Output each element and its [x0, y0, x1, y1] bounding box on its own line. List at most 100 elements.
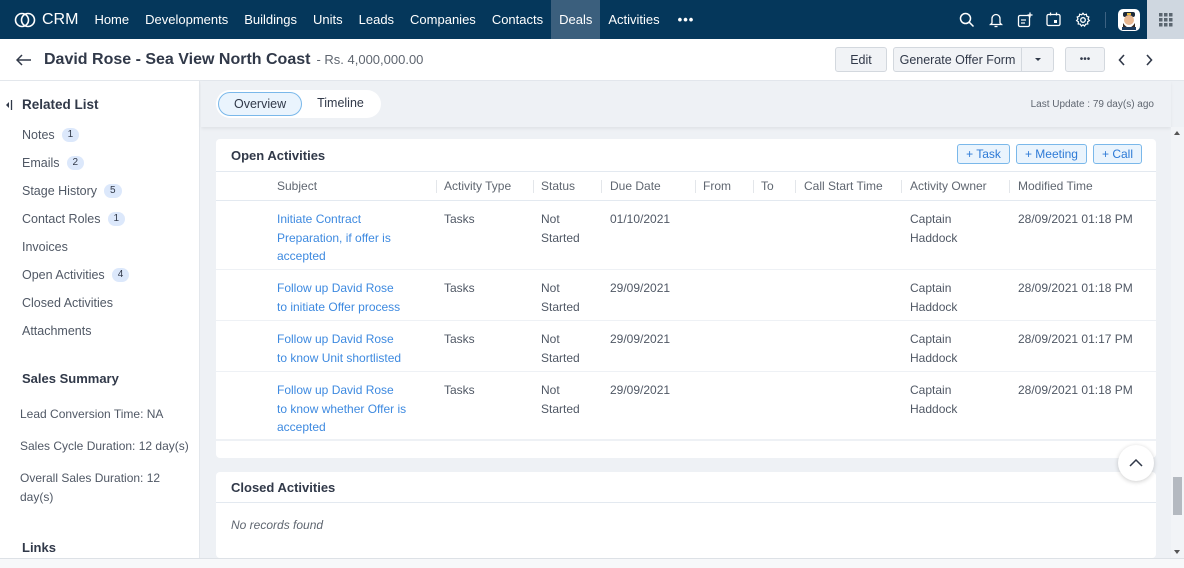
table-row[interactable]: Follow up David Rose to know whether Off…	[216, 372, 1156, 441]
activity-subject-link[interactable]: Follow up David Rose to know Unit shortl…	[277, 330, 407, 367]
table-row[interactable]: Initiate Contract Preparation, if offer …	[216, 201, 1156, 270]
chevron-up-icon	[1129, 459, 1143, 467]
activity-type: Tasks	[444, 383, 475, 397]
scrollbar-thumb[interactable]	[1173, 477, 1182, 515]
nav-more-button[interactable]: •••	[668, 12, 705, 27]
activity-owner: Captain Haddock	[910, 212, 958, 245]
nav-contacts[interactable]: Contacts	[484, 0, 551, 39]
nav-home[interactable]: Home	[86, 0, 137, 39]
back-arrow-icon[interactable]	[16, 53, 32, 66]
related-item-attachments[interactable]: Attachments	[22, 324, 91, 338]
calendar-icon[interactable]	[1039, 0, 1068, 39]
column-modified-time[interactable]: Modified Time	[1018, 179, 1093, 193]
record-header: David Rose - Sea View North Coast - Rs. …	[0, 39, 1184, 81]
bell-icon[interactable]	[981, 0, 1010, 39]
related-item-label: Contact Roles	[22, 212, 101, 226]
record-title: David Rose - Sea View North Coast	[44, 50, 311, 68]
tab-timeline[interactable]: Timeline	[302, 92, 379, 116]
related-item-invoices[interactable]: Invoices	[22, 240, 68, 254]
user-avatar[interactable]	[1118, 8, 1140, 31]
column-divider[interactable]	[533, 180, 534, 193]
next-record-icon[interactable]	[1135, 47, 1162, 72]
generate-offer-split-button: Generate Offer Form	[893, 47, 1054, 72]
column-activity-type[interactable]: Activity Type	[444, 179, 511, 193]
links-title: Links	[22, 540, 56, 555]
column-divider[interactable]	[436, 180, 437, 193]
activity-subject-link[interactable]: Follow up David Rose to know whether Off…	[277, 381, 407, 437]
column-divider[interactable]	[601, 180, 602, 193]
more-actions-button[interactable]: •••	[1065, 47, 1105, 72]
settings-gear-icon[interactable]	[1068, 0, 1097, 39]
related-item-label: Stage History	[22, 184, 98, 198]
nav-companies[interactable]: Companies	[402, 0, 484, 39]
activity-subject-link[interactable]: Follow up David Rose to initiate Offer p…	[277, 279, 407, 316]
column-subject[interactable]: Subject	[277, 179, 317, 193]
column-divider[interactable]	[795, 180, 796, 193]
scroll-down-arrow-icon[interactable]	[1174, 550, 1180, 554]
column-divider[interactable]	[1009, 180, 1010, 193]
apps-grid-icon[interactable]	[1147, 0, 1184, 39]
table-header: Subject Activity Type Status Due Date Fr…	[216, 172, 1156, 201]
closed-activities-title: Closed Activities	[231, 479, 336, 495]
add-task-button[interactable]: + Task	[957, 144, 1010, 164]
column-divider[interactable]	[753, 180, 754, 193]
scroll-up-arrow-icon[interactable]	[1174, 131, 1180, 135]
open-activities-title: Open Activities	[231, 147, 326, 163]
nav-deals[interactable]: Deals	[551, 0, 601, 39]
activity-owner: Captain Haddock	[910, 281, 958, 314]
related-item-contact-roles[interactable]: Contact Roles 1	[22, 212, 126, 226]
nav-developments[interactable]: Developments	[137, 0, 236, 39]
last-update: Last Update : 79 day(s) ago	[1030, 99, 1154, 110]
add-note-icon[interactable]	[1010, 0, 1039, 39]
activity-modified-time: 28/09/2021 01:17 PM	[1018, 332, 1133, 346]
nav-units[interactable]: Units	[305, 0, 351, 39]
column-call-start-time[interactable]: Call Start Time	[804, 179, 883, 193]
activity-due-date: 29/09/2021	[610, 383, 671, 397]
count-badge: 4	[111, 268, 130, 282]
related-item-closed-activities[interactable]: Closed Activities	[22, 296, 113, 310]
related-item-label: Emails	[22, 156, 60, 170]
search-icon[interactable]	[952, 0, 981, 39]
nav-separator	[1105, 11, 1106, 28]
activity-subject-link[interactable]: Initiate Contract Preparation, if offer …	[277, 210, 407, 266]
collapse-panel-icon[interactable]	[5, 99, 13, 114]
activity-type: Tasks	[444, 332, 475, 346]
add-meeting-button[interactable]: + Meeting	[1015, 144, 1087, 164]
column-status[interactable]: Status	[541, 179, 575, 193]
sales-cycle-duration: Sales Cycle Duration: 12 day(s)	[20, 439, 189, 453]
column-divider[interactable]	[901, 180, 902, 193]
add-call-button[interactable]: + Call	[1092, 144, 1142, 164]
activity-status: Not Started	[541, 383, 580, 416]
nav-buildings[interactable]: Buildings	[236, 0, 305, 39]
activity-modified-time: 28/09/2021 01:18 PM	[1018, 281, 1133, 295]
page-scrollbar[interactable]	[1171, 127, 1184, 558]
nav-activities[interactable]: Activities	[600, 0, 667, 39]
activity-type: Tasks	[444, 212, 475, 226]
column-divider[interactable]	[695, 180, 696, 193]
column-activity-owner[interactable]: Activity Owner	[910, 179, 987, 193]
related-list-panel: Related List Notes 1 Emails 2 Stage Histor…	[0, 81, 200, 558]
previous-record-icon[interactable]	[1108, 47, 1135, 72]
table-row[interactable]: Follow up David Rose to know Unit shortl…	[216, 321, 1156, 372]
related-item-stage-history[interactable]: Stage History 5	[22, 184, 122, 198]
brand-logo[interactable]: CRM	[0, 0, 86, 39]
generate-offer-form-button[interactable]: Generate Offer Form	[893, 47, 1022, 72]
nav-leads[interactable]: Leads	[351, 0, 402, 39]
generate-offer-dropdown[interactable]	[1022, 47, 1054, 72]
scroll-to-top-button[interactable]	[1118, 445, 1154, 481]
column-from[interactable]: From	[703, 179, 731, 193]
column-to[interactable]: To	[761, 179, 774, 193]
count-badge: 1	[107, 212, 126, 226]
column-due-date[interactable]: Due Date	[610, 179, 661, 193]
view-tabs-bar: Overview Timeline Last Update : 79 day(s…	[201, 81, 1171, 127]
activity-modified-time: 28/09/2021 01:18 PM	[1018, 212, 1133, 226]
related-item-label: Open Activities	[22, 268, 105, 282]
related-item-emails[interactable]: Emails 2	[22, 156, 85, 170]
related-item-label: Attachments	[22, 324, 92, 338]
tab-overview[interactable]: Overview	[218, 92, 303, 116]
related-item-notes[interactable]: Notes 1	[22, 128, 80, 142]
related-item-open-activities[interactable]: Open Activities 4	[22, 268, 130, 282]
edit-button[interactable]: Edit	[835, 47, 887, 72]
table-row[interactable]: Follow up David Rose to initiate Offer p…	[216, 270, 1156, 321]
sales-summary-title: Sales Summary	[22, 371, 119, 386]
